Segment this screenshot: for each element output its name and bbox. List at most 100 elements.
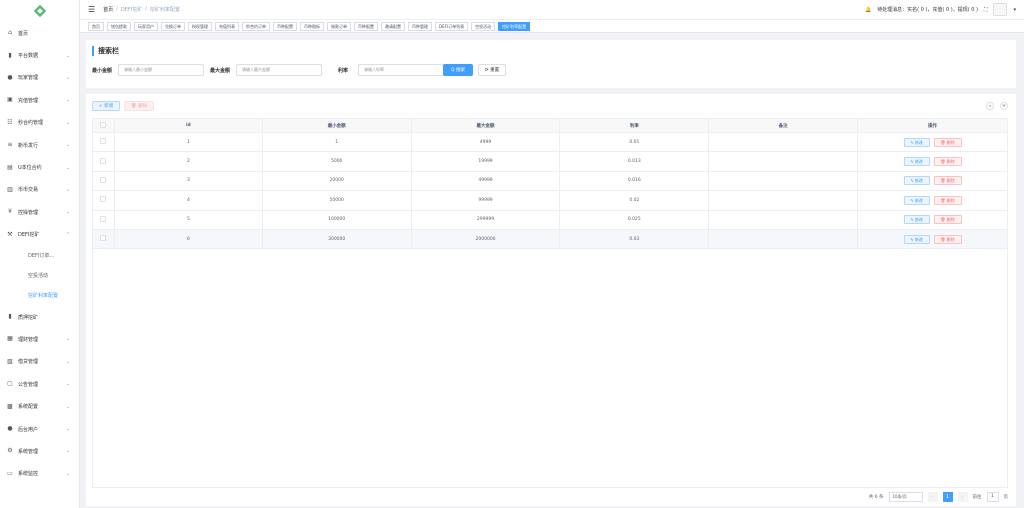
goto-input[interactable]: 1 — [986, 492, 999, 502]
next-page-button[interactable]: › — [957, 492, 968, 502]
caret-down-icon[interactable]: ▾ — [1013, 7, 1016, 13]
edit-button[interactable]: ✎ 修改 — [903, 234, 930, 244]
row-checkbox[interactable] — [92, 209, 115, 230]
select-all-checkbox[interactable] — [92, 118, 115, 133]
row-checkbox[interactable] — [92, 131, 115, 153]
sidebar-item-4[interactable]: ☷ 秒合约管理 ⌄ — [0, 112, 79, 134]
fullscreen-icon[interactable]: ⛶ — [984, 7, 988, 13]
min-input[interactable]: 请输入最小金额 — [118, 64, 205, 76]
max-input[interactable]: 请输入最大金额 — [236, 64, 323, 76]
submenu-item-0[interactable]: DEFI订单... — [0, 246, 79, 266]
sidebar-item-0[interactable]: ▮ 质押挖矿 — [0, 306, 79, 328]
sidebar-item-label: 系统管理 — [18, 448, 39, 455]
table-row[interactable]: 5 100000 299999 0.025 ✎ 修改 🗑 删除 — [92, 209, 1008, 230]
bell-icon[interactable]: 🔔 — [865, 7, 871, 13]
ucontract-icon: ▤ — [7, 163, 13, 171]
edit-button[interactable]: ✎ 修改 — [903, 137, 930, 147]
sidebar-item-label: 秒合约管理 — [18, 120, 44, 127]
table-row[interactable]: 6 300000 2000000 0.03 ✎ 修改 🗑 删除 — [92, 228, 1008, 250]
sidebar-item-2[interactable]: ▧ 借贷管理 ⌄ — [0, 351, 79, 373]
tag-12[interactable]: 币种管理 — [408, 21, 432, 31]
sidebar-item-label: 质押挖矿 — [18, 314, 39, 321]
cell-note — [708, 209, 859, 230]
sidebar-item-7[interactable]: ▥ 币币交易 ⌄ — [0, 179, 79, 201]
sidebar-item-4[interactable]: ▩ 系统配置 ⌄ — [0, 395, 79, 417]
crumb-home[interactable]: 首页 — [103, 6, 113, 13]
cell-rate: 0.01 — [559, 131, 710, 153]
bulk-delete-button[interactable]: 🗑 删除 — [124, 101, 154, 111]
refresh-icon[interactable]: ⟳ — [1000, 102, 1008, 110]
sidebar-item-8[interactable]: ¥ 控操管理 ⌄ — [0, 201, 79, 223]
submenu-item-2[interactable]: 挖矿利率配置 — [0, 286, 79, 306]
search-toggle-icon[interactable]: ⌕ — [986, 102, 994, 110]
notice-icon: ▢ — [7, 380, 13, 388]
sidebar-item-1[interactable]: ▮ 平台数据 ⌄ — [0, 44, 79, 66]
tag-13[interactable]: DEFI订单列表 — [435, 21, 469, 31]
sidebar-item-3[interactable]: ▣ 充值管理 ⌄ — [0, 89, 79, 111]
tag-9[interactable]: 借款订单 — [327, 21, 351, 31]
edit-button[interactable]: ✎ 修改 — [903, 195, 930, 205]
sidebar-item-1[interactable]: ▦ 理财管理 ⌄ — [0, 328, 79, 350]
add-button[interactable]: + 新增 — [92, 101, 120, 111]
sidebar-item-5[interactable]: ≡ 新币发行 ⌄ — [0, 134, 79, 156]
sidebar-item-7[interactable]: ▭ 系统监控 ⌄ — [0, 463, 79, 485]
table-row[interactable]: 3 20000 49999 0.016 ✎ 修改 🗑 删除 — [92, 170, 1008, 192]
reset-button[interactable]: ⟳ 重置 — [478, 64, 506, 76]
pending-status[interactable]: 待处理消息：实名( 0 )，充值( 0 )，提现( 0 ) — [877, 6, 978, 13]
edit-button[interactable]: ✎ 修改 — [903, 215, 930, 225]
avatar[interactable] — [993, 3, 1008, 16]
sidebar-item-2[interactable]: ● 玩家管理 ⌄ — [0, 67, 79, 89]
tag-7[interactable]: 币种配置 — [273, 21, 297, 31]
hamburger-icon[interactable]: ☰ — [88, 5, 95, 14]
sidebar-item-label: 新币发行 — [18, 142, 39, 149]
row-checkbox[interactable] — [92, 170, 115, 192]
prev-page-button[interactable]: ‹ — [927, 492, 938, 502]
page-1-button[interactable]: 1 — [942, 492, 953, 502]
cell-ops: ✎ 修改 🗑 删除 — [857, 131, 1008, 153]
tag-0[interactable]: 首页 — [88, 21, 104, 31]
sidebar-item-3[interactable]: ▢ 公告管理 ⌄ — [0, 373, 79, 395]
sidebar-item-label: DEFI挖矿 — [18, 232, 40, 239]
tag-1[interactable]: 钱包提款 — [107, 21, 131, 31]
delete-button[interactable]: 🗑 删除 — [933, 234, 962, 244]
rate-input[interactable]: 请输入利率 — [358, 64, 445, 76]
monitor-icon: ▭ — [7, 469, 13, 477]
chart-icon: ▮ — [8, 51, 12, 59]
sidebar-item-5[interactable]: ● 后台用户 ⌄ — [0, 418, 79, 440]
cell-note — [708, 228, 859, 250]
tag-14[interactable]: 空投活动 — [471, 21, 496, 31]
sidebar-item-9[interactable]: ⚒ DEFI挖矿 ⌃ — [0, 224, 79, 246]
delete-button[interactable]: 🗑 删除 — [933, 157, 962, 167]
tag-4[interactable]: 授权管理 — [188, 21, 212, 31]
row-checkbox[interactable] — [92, 151, 115, 172]
row-checkbox[interactable] — [92, 190, 115, 211]
delete-button[interactable]: 🗑 删除 — [933, 176, 962, 186]
cell-max: 49999 — [410, 170, 561, 192]
table-row[interactable]: 1 1 4999 0.01 ✎ 修改 🗑 删除 — [92, 131, 1008, 153]
delete-button[interactable]: 🗑 删除 — [933, 215, 962, 225]
table-row[interactable]: 4 50000 99999 0.02 ✎ 修改 🗑 删除 — [92, 190, 1008, 211]
tag-2[interactable]: 玩家用户 — [134, 21, 158, 31]
tag-6[interactable]: 秒合约订单 — [242, 21, 270, 31]
breadcrumb: 首页 / DEFI挖矿 / 挖矿利率配置 — [103, 6, 180, 13]
tag-3[interactable]: 兑换订单 — [161, 21, 185, 31]
sidebar-item-label: 空投活动 — [28, 273, 49, 280]
table-row[interactable]: 2 5000 19999 0.013 ✎ 修改 🗑 删除 — [92, 151, 1008, 172]
delete-button[interactable]: 🗑 删除 — [933, 195, 962, 205]
tag-15[interactable]: 挖矿利率配置 — [498, 21, 531, 31]
edit-button[interactable]: ✎ 修改 — [903, 157, 930, 167]
sidebar-item-6[interactable]: ▤ U本位合约 ⌄ — [0, 156, 79, 178]
tag-5[interactable]: 充值列表 — [215, 21, 239, 31]
row-checkbox[interactable] — [92, 228, 115, 250]
sidebar-item-0[interactable]: ⌂ 首页 — [0, 22, 79, 44]
tag-11[interactable]: 邀请配置 — [381, 21, 405, 31]
submenu-item-1[interactable]: 空投活动 — [0, 266, 79, 286]
sidebar-item-6[interactable]: ⚙ 系统管理 ⌄ — [0, 440, 79, 462]
tag-10[interactable]: 币种配置 — [354, 21, 378, 31]
delete-button[interactable]: 🗑 删除 — [933, 137, 962, 147]
sidebar-menu: ⌂ 首页 ▮ 平台数据 ⌄ ● 玩家管理 ⌄ ▣ 充值管理 ⌄ ☷ 秒合约管理 ⌄ ≡ 新币发行 ⌄ ▤ U本位合约… — [0, 22, 79, 246]
page-size-select[interactable]: 10条/页 — [888, 492, 923, 502]
edit-button[interactable]: ✎ 修改 — [903, 176, 930, 186]
search-button[interactable]: Q 搜索 — [443, 64, 473, 76]
tag-8[interactable]: 币种图标 — [300, 21, 324, 31]
